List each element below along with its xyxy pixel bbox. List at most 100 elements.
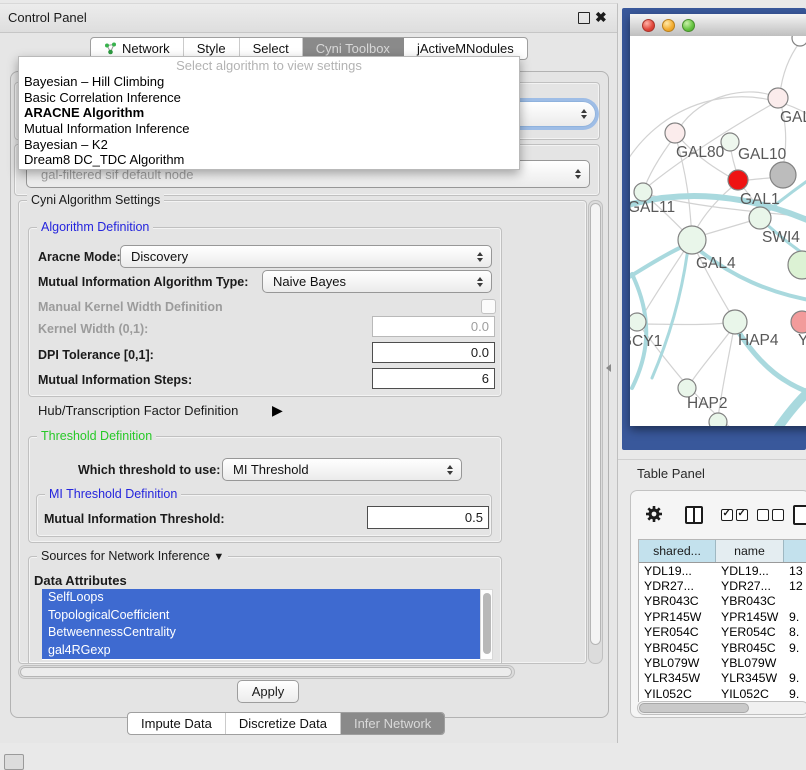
select-none-icon[interactable] (757, 509, 784, 521)
network-edge[interactable] (630, 244, 688, 284)
node-table: shared...name YDL19...YDL19...13YDR27...… (638, 539, 806, 702)
mi-steps-field[interactable]: 6 (372, 368, 495, 389)
table-row[interactable]: YER054CYER054C8. (639, 625, 806, 640)
aracne-mode-combo[interactable]: Discovery (120, 245, 492, 268)
network-node-label: GAL (780, 109, 806, 126)
algorithm-option[interactable]: Mutual Information Inference (19, 121, 519, 137)
network-node[interactable] (788, 251, 806, 279)
bottom-tabbar: Impute DataDiscretize DataInfer Network (127, 712, 445, 735)
dpi-tolerance-label: DPI Tolerance [0,1]: (38, 348, 154, 362)
table-cell: 12 (784, 579, 806, 593)
network-node[interactable] (709, 413, 727, 426)
network-node[interactable] (728, 170, 748, 190)
attribute-list-item[interactable]: TopologicalCoefficient (42, 607, 480, 625)
algorithm-option[interactable]: ARACNE Algorithm (19, 105, 519, 121)
zoom-window-icon[interactable] (682, 19, 695, 32)
table-cell: YBL079W (716, 656, 784, 670)
table-cell: 8. (784, 625, 806, 639)
table-cell: YLR345W (716, 671, 784, 685)
table-row[interactable]: YBR043CYBR043C (639, 594, 806, 609)
mi-threshold-field[interactable]: 0.5 (367, 506, 489, 529)
column-header[interactable]: name (716, 540, 784, 562)
table-cell: 9. (784, 687, 806, 701)
network-edge[interactable] (700, 220, 754, 236)
attribute-list-item[interactable]: SelfLoops (42, 589, 480, 607)
table-row[interactable]: YDR27...YDR27...12 (639, 578, 806, 593)
tab-impute-data[interactable]: Impute Data (128, 713, 226, 734)
hub-definition-label: Hub/Transcription Factor Definition (38, 403, 238, 418)
table-cell: YBR043C (716, 594, 784, 608)
collapse-arrow-icon: ▼ (213, 551, 224, 563)
close-icon[interactable]: ✖ (595, 9, 607, 26)
table-cell: YIL052C (639, 687, 716, 701)
column-header[interactable] (784, 540, 806, 562)
dpi-tolerance-field[interactable]: 0.0 (372, 342, 495, 363)
float-window-icon[interactable] (578, 12, 590, 24)
network-node[interactable] (723, 310, 747, 334)
apply-button[interactable]: Apply (237, 680, 299, 703)
split-columns-icon[interactable] (685, 506, 703, 524)
network-node-label: GAL10 (738, 146, 787, 163)
network-window-titlebar[interactable] (630, 14, 806, 37)
table-row[interactable]: YIL052CYIL052C9. (639, 686, 806, 701)
network-edge[interactable] (690, 326, 734, 384)
mi-type-combo[interactable]: Naive Bayes (262, 270, 492, 293)
table-cell: YBR045C (639, 641, 716, 655)
network-edge[interactable] (638, 322, 733, 325)
panel-corner-button[interactable] (4, 754, 24, 770)
algorithm-option[interactable]: Basic Correlation Inference (19, 90, 519, 106)
combo-arrows-icon (477, 277, 483, 287)
settings-gear-icon[interactable] (644, 504, 664, 529)
column-header[interactable]: shared... (639, 540, 716, 562)
table-row[interactable]: YBL079WYBL079W (639, 655, 806, 670)
sources-title: Sources for Network Inference ▼ (37, 549, 228, 563)
table-row[interactable]: YLR345WYLR345W9. (639, 671, 806, 686)
tab-infer-network[interactable]: Infer Network (341, 713, 444, 734)
kernel-width-field[interactable]: 0.0 (372, 316, 495, 337)
algorithm-popup: Select algorithm to view settings Bayesi… (18, 56, 520, 170)
attribute-list-item[interactable]: gal4RGexp (42, 642, 480, 660)
network-node-label: HAP2 (687, 395, 728, 412)
network-node[interactable] (768, 88, 788, 108)
tab-discretize-data[interactable]: Discretize Data (226, 713, 341, 734)
table-h-scrollbar[interactable] (637, 701, 806, 715)
table-row[interactable]: YDL19...YDL19...13 (639, 563, 806, 578)
network-edge[interactable] (643, 136, 675, 192)
network-node[interactable] (630, 313, 646, 331)
which-threshold-combo[interactable]: MI Threshold (222, 458, 462, 481)
algorithm-option[interactable]: Bayesian – Hill Climbing (19, 74, 519, 90)
algorithm-option[interactable]: Bayesian – K2 (19, 137, 519, 153)
data-attributes-list[interactable]: SelfLoopsTopologicalCoefficientBetweenne… (42, 589, 480, 660)
mi-steps-label: Mutual Information Steps: (38, 373, 192, 387)
manual-kernel-checkbox[interactable] (481, 299, 496, 314)
table-row[interactable]: YBR045CYBR045C9. (639, 640, 806, 655)
network-node[interactable] (791, 311, 806, 333)
settings-v-scrollbar[interactable] (588, 200, 603, 664)
document-icon[interactable] (793, 505, 806, 525)
network-canvas[interactable]: GALGAL80GAL10GAL11GAL1SWI4GAL4GCY1HAP4YH… (630, 36, 806, 426)
attributes-list-scrollbar[interactable] (480, 589, 493, 660)
minimize-window-icon[interactable] (662, 19, 675, 32)
table-cell: YDR27... (716, 579, 784, 593)
splitter-collapse-icon[interactable] (606, 364, 611, 372)
attribute-list-item[interactable]: BetweennessCentrality (42, 624, 480, 642)
table-row[interactable]: YPR145WYPR145W9. (639, 609, 806, 624)
network-edge[interactable] (780, 42, 800, 94)
network-node[interactable] (749, 207, 771, 229)
table-panel-title: Table Panel (637, 466, 705, 481)
tab-label: jActiveMNodules (417, 41, 514, 56)
network-node-label: GAL4 (696, 255, 736, 272)
network-node[interactable] (770, 162, 796, 188)
select-all-checked-icon[interactable] (721, 509, 748, 521)
algorithm-option[interactable]: Dream8 DC_TDC Algorithm (19, 152, 519, 168)
network-node[interactable] (792, 36, 806, 46)
network-node[interactable] (678, 226, 706, 254)
expand-arrow-icon[interactable]: ▶ (272, 402, 283, 419)
which-threshold-label: Which threshold to use: (78, 463, 220, 477)
network-node[interactable] (665, 123, 685, 143)
network-node-label: GCY1 (630, 333, 662, 350)
network-edge[interactable] (652, 248, 688, 378)
close-window-icon[interactable] (642, 19, 655, 32)
panel-title: Control Panel (8, 10, 87, 25)
settings-h-scrollbar[interactable] (18, 665, 515, 679)
